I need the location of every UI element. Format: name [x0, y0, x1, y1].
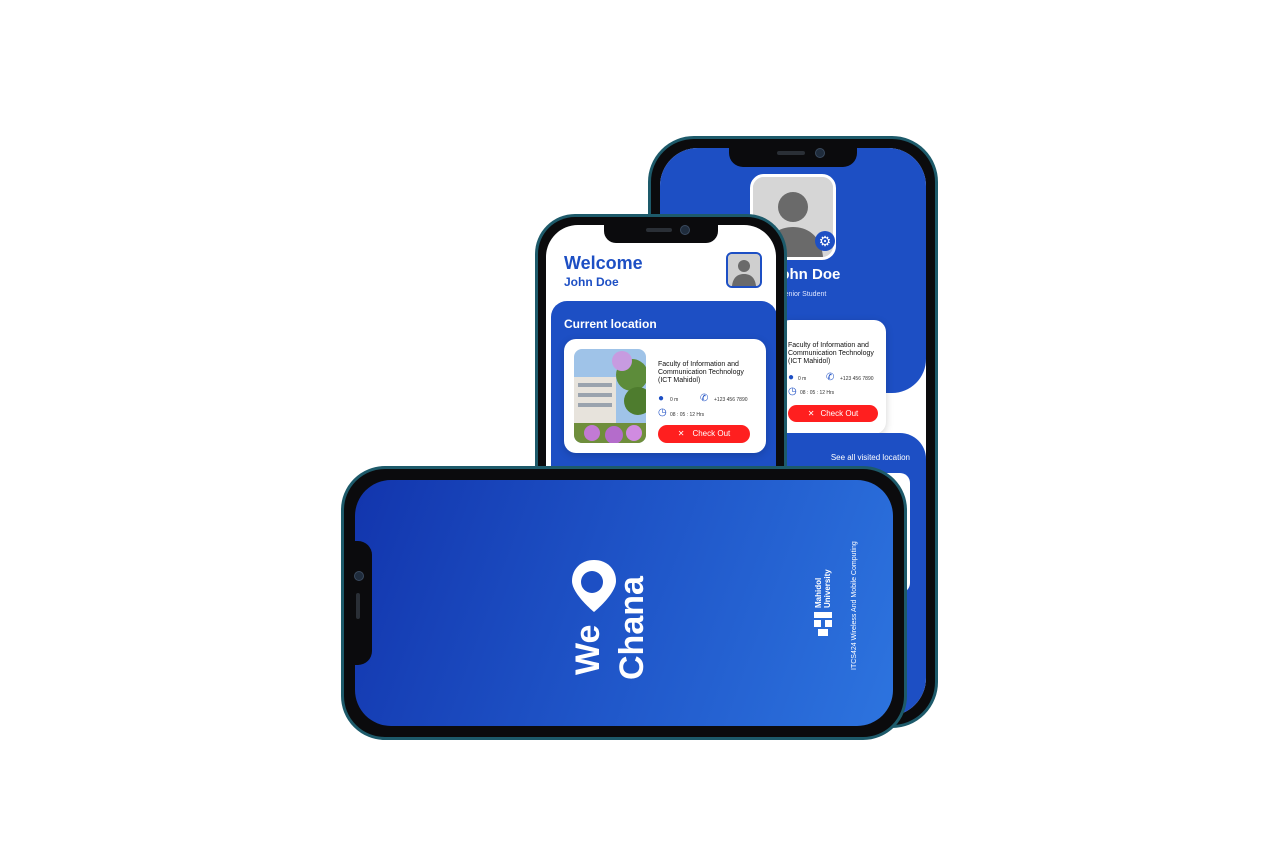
phone-splash: We Chana Mahidol University ITCS424 Wire…	[341, 466, 907, 740]
location-distance: 0 m	[670, 397, 679, 403]
user-name: John Doe	[564, 275, 619, 289]
volume-button	[489, 737, 529, 740]
current-location-panel: Current location Faculty of Information …	[551, 301, 776, 480]
location-distance: 0 m	[798, 376, 807, 382]
checkout-button[interactable]: ✕ Check Out	[788, 405, 878, 422]
welcome-title: Welcome	[564, 253, 643, 273]
checkout-label: Check Out	[820, 409, 859, 418]
clock-icon: ◷	[788, 386, 797, 397]
volume-button	[535, 317, 538, 357]
phone-icon: ✆	[826, 372, 835, 383]
location-photo	[574, 349, 646, 443]
location-duration: 08 : 05 : 12 Hrs	[670, 412, 705, 418]
university-seal-icon	[814, 612, 832, 636]
location-pin-icon: ●	[658, 393, 665, 404]
close-x-icon: ✕	[677, 429, 685, 438]
section-title: Current location	[564, 317, 657, 331]
user-avatar-icon	[728, 254, 760, 286]
checkout-label: Check Out	[692, 429, 731, 438]
university-line1: Mahidol	[814, 577, 823, 608]
location-name: Faculty of Information and Communication…	[788, 342, 874, 365]
brand-chana: Chana	[613, 576, 651, 680]
notch	[344, 541, 372, 665]
checkout-button[interactable]: ✕ Check Out	[658, 425, 750, 443]
brand-we: We	[569, 624, 607, 675]
phone-icon: ✆	[700, 393, 709, 404]
location-name: Faculty of Information and Communication…	[658, 361, 744, 384]
university-name: Mahidol University	[814, 569, 832, 608]
location-duration: 08 : 05 : 12 Hrs	[800, 390, 835, 396]
home-screen: Welcome John Doe Current location Facult…	[546, 225, 776, 480]
see-all-visited-link[interactable]: See all visited location	[831, 453, 910, 462]
course-label: ITCS424 Wireless And Mobile Computing	[851, 541, 858, 670]
splash-screen: We Chana Mahidol University ITCS424 Wire…	[355, 480, 893, 726]
volume-button	[539, 737, 579, 740]
power-button	[935, 299, 938, 369]
location-phone: +123 456 7890	[714, 397, 748, 403]
profile-location-card[interactable]: Faculty of Information and Communication…	[778, 320, 886, 434]
avatar-button[interactable]	[726, 252, 762, 288]
gear-icon[interactable]: ⚙	[815, 231, 835, 251]
clock-icon: ◷	[658, 407, 667, 418]
phone-home: Welcome John Doe Current location Facult…	[535, 214, 787, 480]
location-pin-icon: ●	[788, 372, 795, 383]
notch	[604, 217, 718, 243]
university-line2: University	[823, 569, 832, 608]
volume-button	[454, 737, 474, 740]
notch	[729, 139, 857, 167]
location-phone: +123 456 7890	[840, 376, 874, 382]
close-x-icon: ✕	[807, 409, 815, 418]
current-location-card[interactable]: Faculty of Information and Communication…	[564, 339, 766, 453]
